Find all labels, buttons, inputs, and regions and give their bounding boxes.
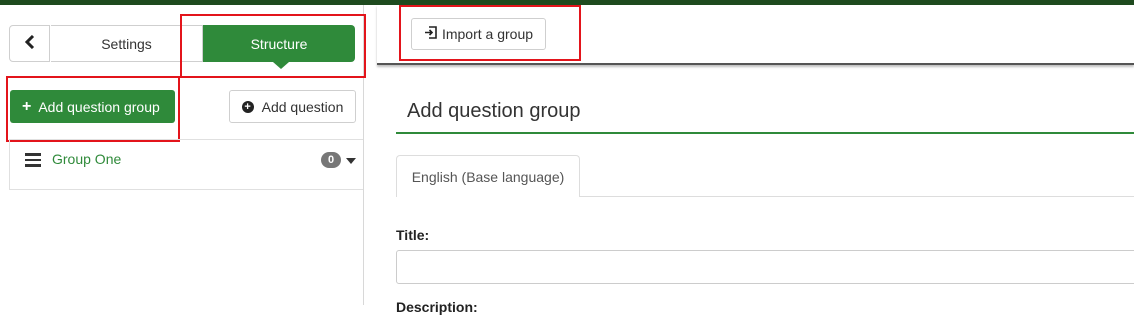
chevron-left-icon xyxy=(24,33,35,54)
add-question-button[interactable]: + Add question xyxy=(229,90,356,123)
plus-circle-icon: + xyxy=(241,100,254,113)
drag-handle-icon[interactable] xyxy=(25,153,41,167)
description-label: Description: xyxy=(396,299,478,315)
main-panel: Import a group Add question group Englis… xyxy=(377,5,1134,315)
highlight-box-structure xyxy=(180,14,366,78)
group-link[interactable]: Group One xyxy=(52,151,121,167)
sidebar: Settings Structure + Add question group … xyxy=(0,5,366,305)
question-group-list: Group One 0 xyxy=(9,139,363,190)
add-question-label: Add question xyxy=(261,98,344,115)
toolbar: Import a group xyxy=(377,5,1134,65)
caret-down-icon[interactable] xyxy=(346,158,356,164)
title-divider xyxy=(396,132,1134,134)
tab-language-english[interactable]: English (Base language) xyxy=(396,155,580,197)
title-input[interactable] xyxy=(396,250,1134,284)
question-count-badge: 0 xyxy=(321,152,341,168)
back-button[interactable] xyxy=(9,25,50,62)
highlight-box-import xyxy=(399,5,581,61)
title-label: Title: xyxy=(396,227,430,243)
highlight-box-add-group xyxy=(6,76,180,142)
tab-bar-divider xyxy=(580,196,1134,197)
page-title: Add question group xyxy=(407,100,581,122)
